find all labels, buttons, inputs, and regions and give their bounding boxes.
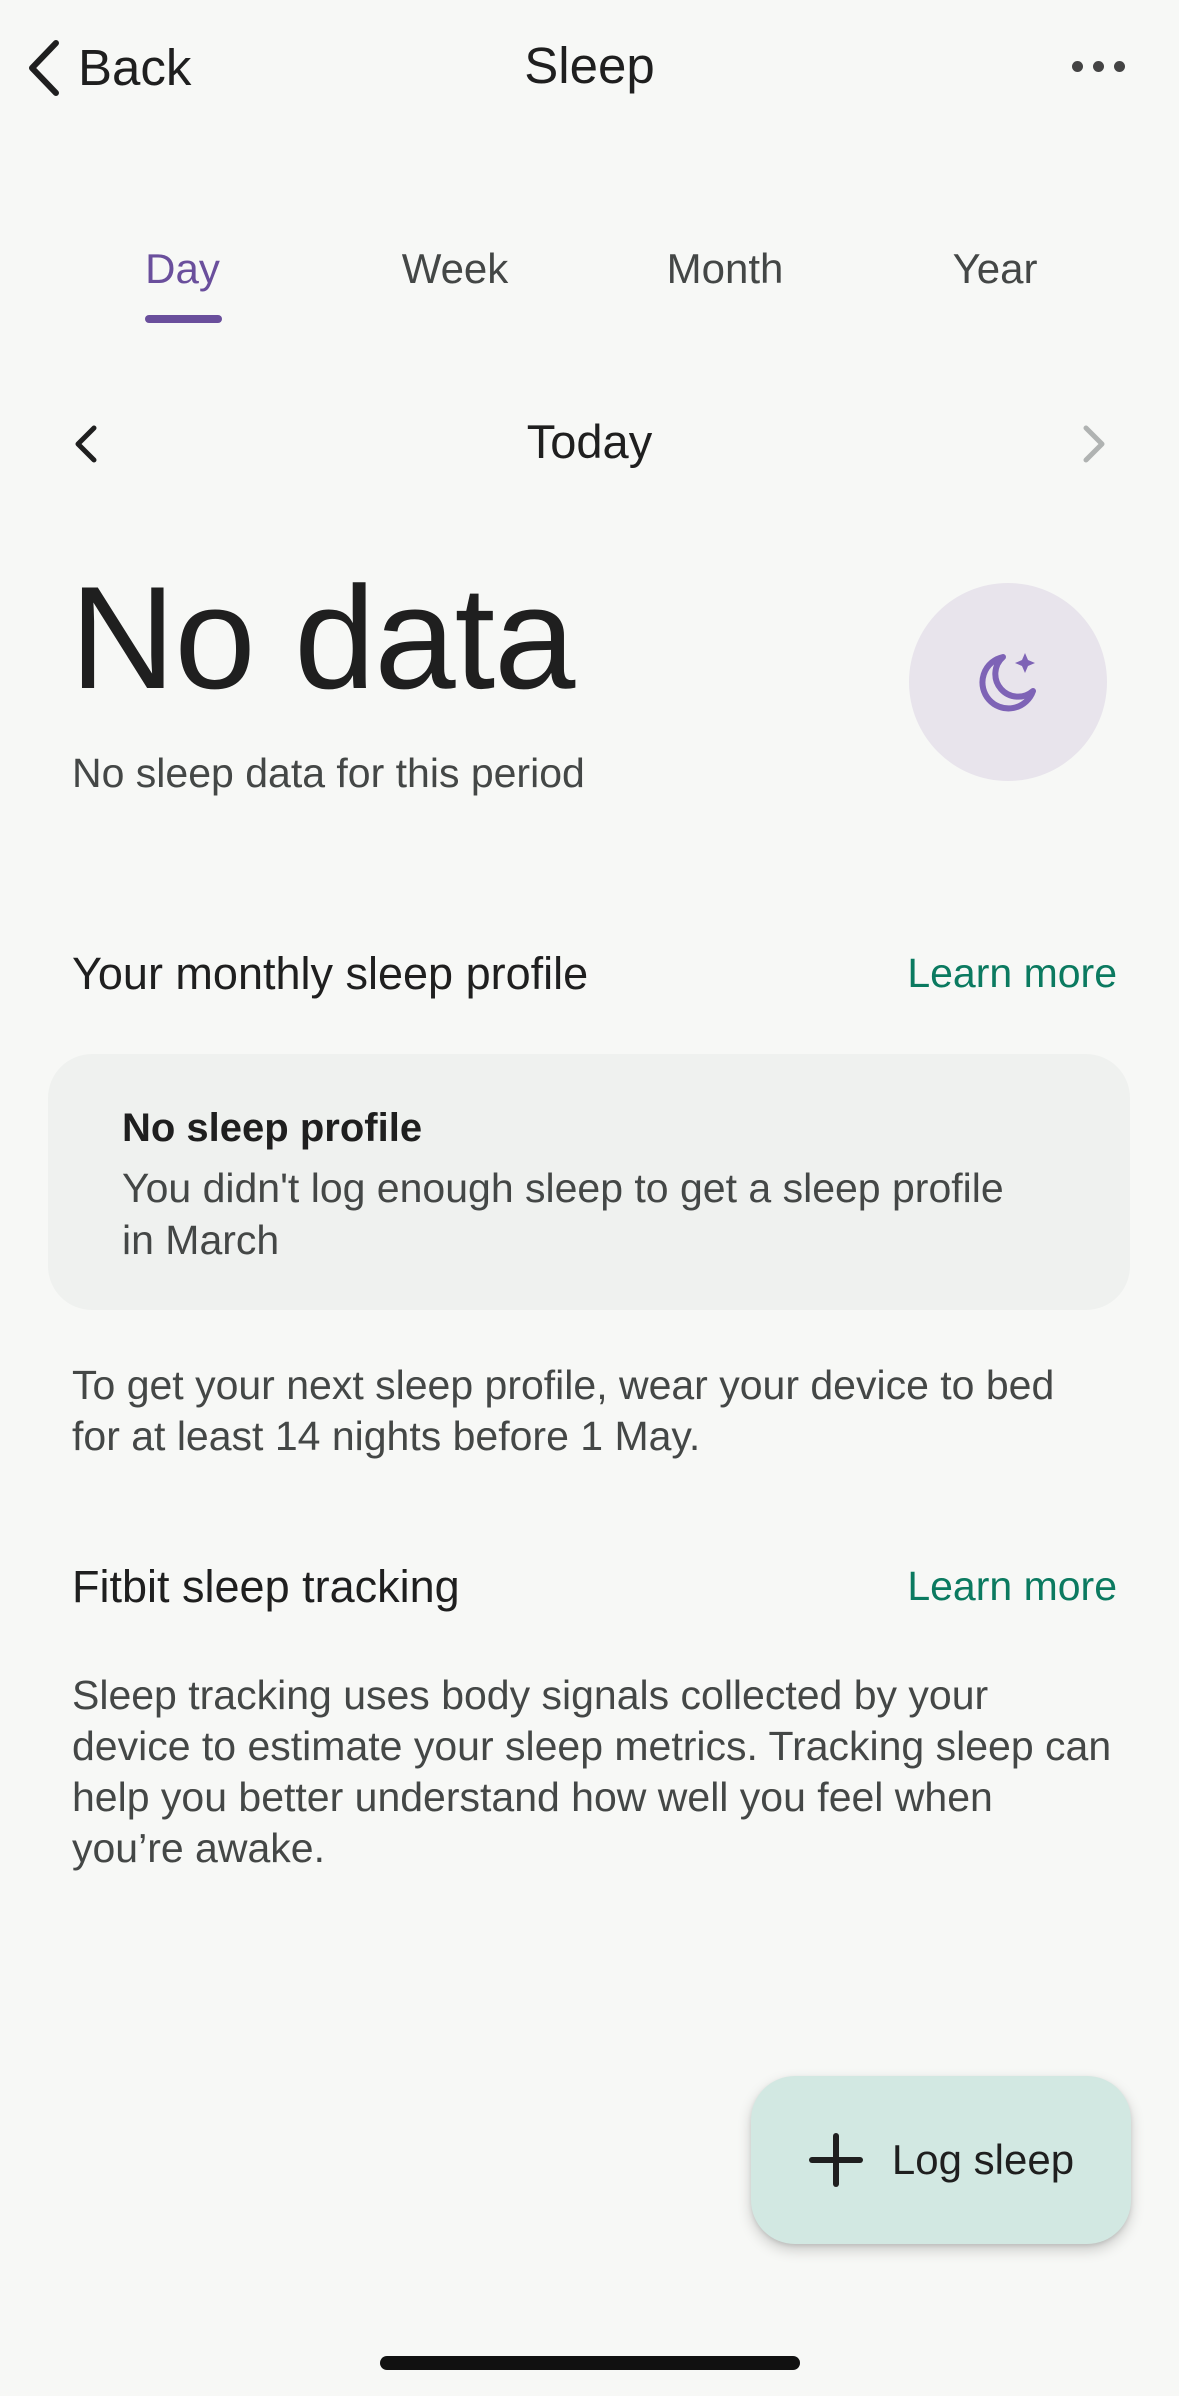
tracking-description: Sleep tracking uses body signals collect…: [72, 1672, 1112, 1871]
next-period-button[interactable]: [1074, 420, 1114, 468]
more-options-button[interactable]: [1053, 40, 1143, 92]
active-tab-indicator: [145, 315, 222, 323]
card-body: You didn't log enough sleep to get a sle…: [122, 1165, 1004, 1263]
profile-note: To get your next sleep profile, wear you…: [72, 1362, 1055, 1459]
log-sleep-button[interactable]: Log sleep: [751, 2076, 1131, 2244]
more-horizontal-icon: [1113, 60, 1125, 72]
plus-icon: [808, 2133, 863, 2187]
summary-headline: No data: [70, 556, 575, 719]
tab-year[interactable]: Year: [920, 245, 1070, 325]
sleep-avatar: [909, 583, 1107, 781]
tracking-learn-more-link[interactable]: Learn more: [907, 1563, 1117, 1610]
summary-subtitle: No sleep data for this period: [72, 750, 585, 796]
card-title: No sleep profile: [122, 1106, 423, 1150]
date-label: Today: [526, 415, 653, 468]
tab-month[interactable]: Month: [640, 245, 810, 325]
tab-week[interactable]: Week: [380, 245, 530, 325]
profile-learn-more-link[interactable]: Learn more: [907, 950, 1117, 997]
profile-section-title: Your monthly sleep profile: [72, 948, 589, 999]
page-title: Sleep: [524, 37, 655, 94]
tab-day[interactable]: Day: [120, 245, 245, 325]
more-horizontal-icon: [1071, 60, 1083, 72]
home-indicator[interactable]: [380, 2356, 800, 2370]
more-horizontal-icon: [1092, 60, 1104, 72]
moon-stars-icon: [979, 653, 1036, 712]
log-sleep-label: Log sleep: [891, 2136, 1075, 2183]
tracking-section-title: Fitbit sleep tracking: [72, 1561, 460, 1612]
